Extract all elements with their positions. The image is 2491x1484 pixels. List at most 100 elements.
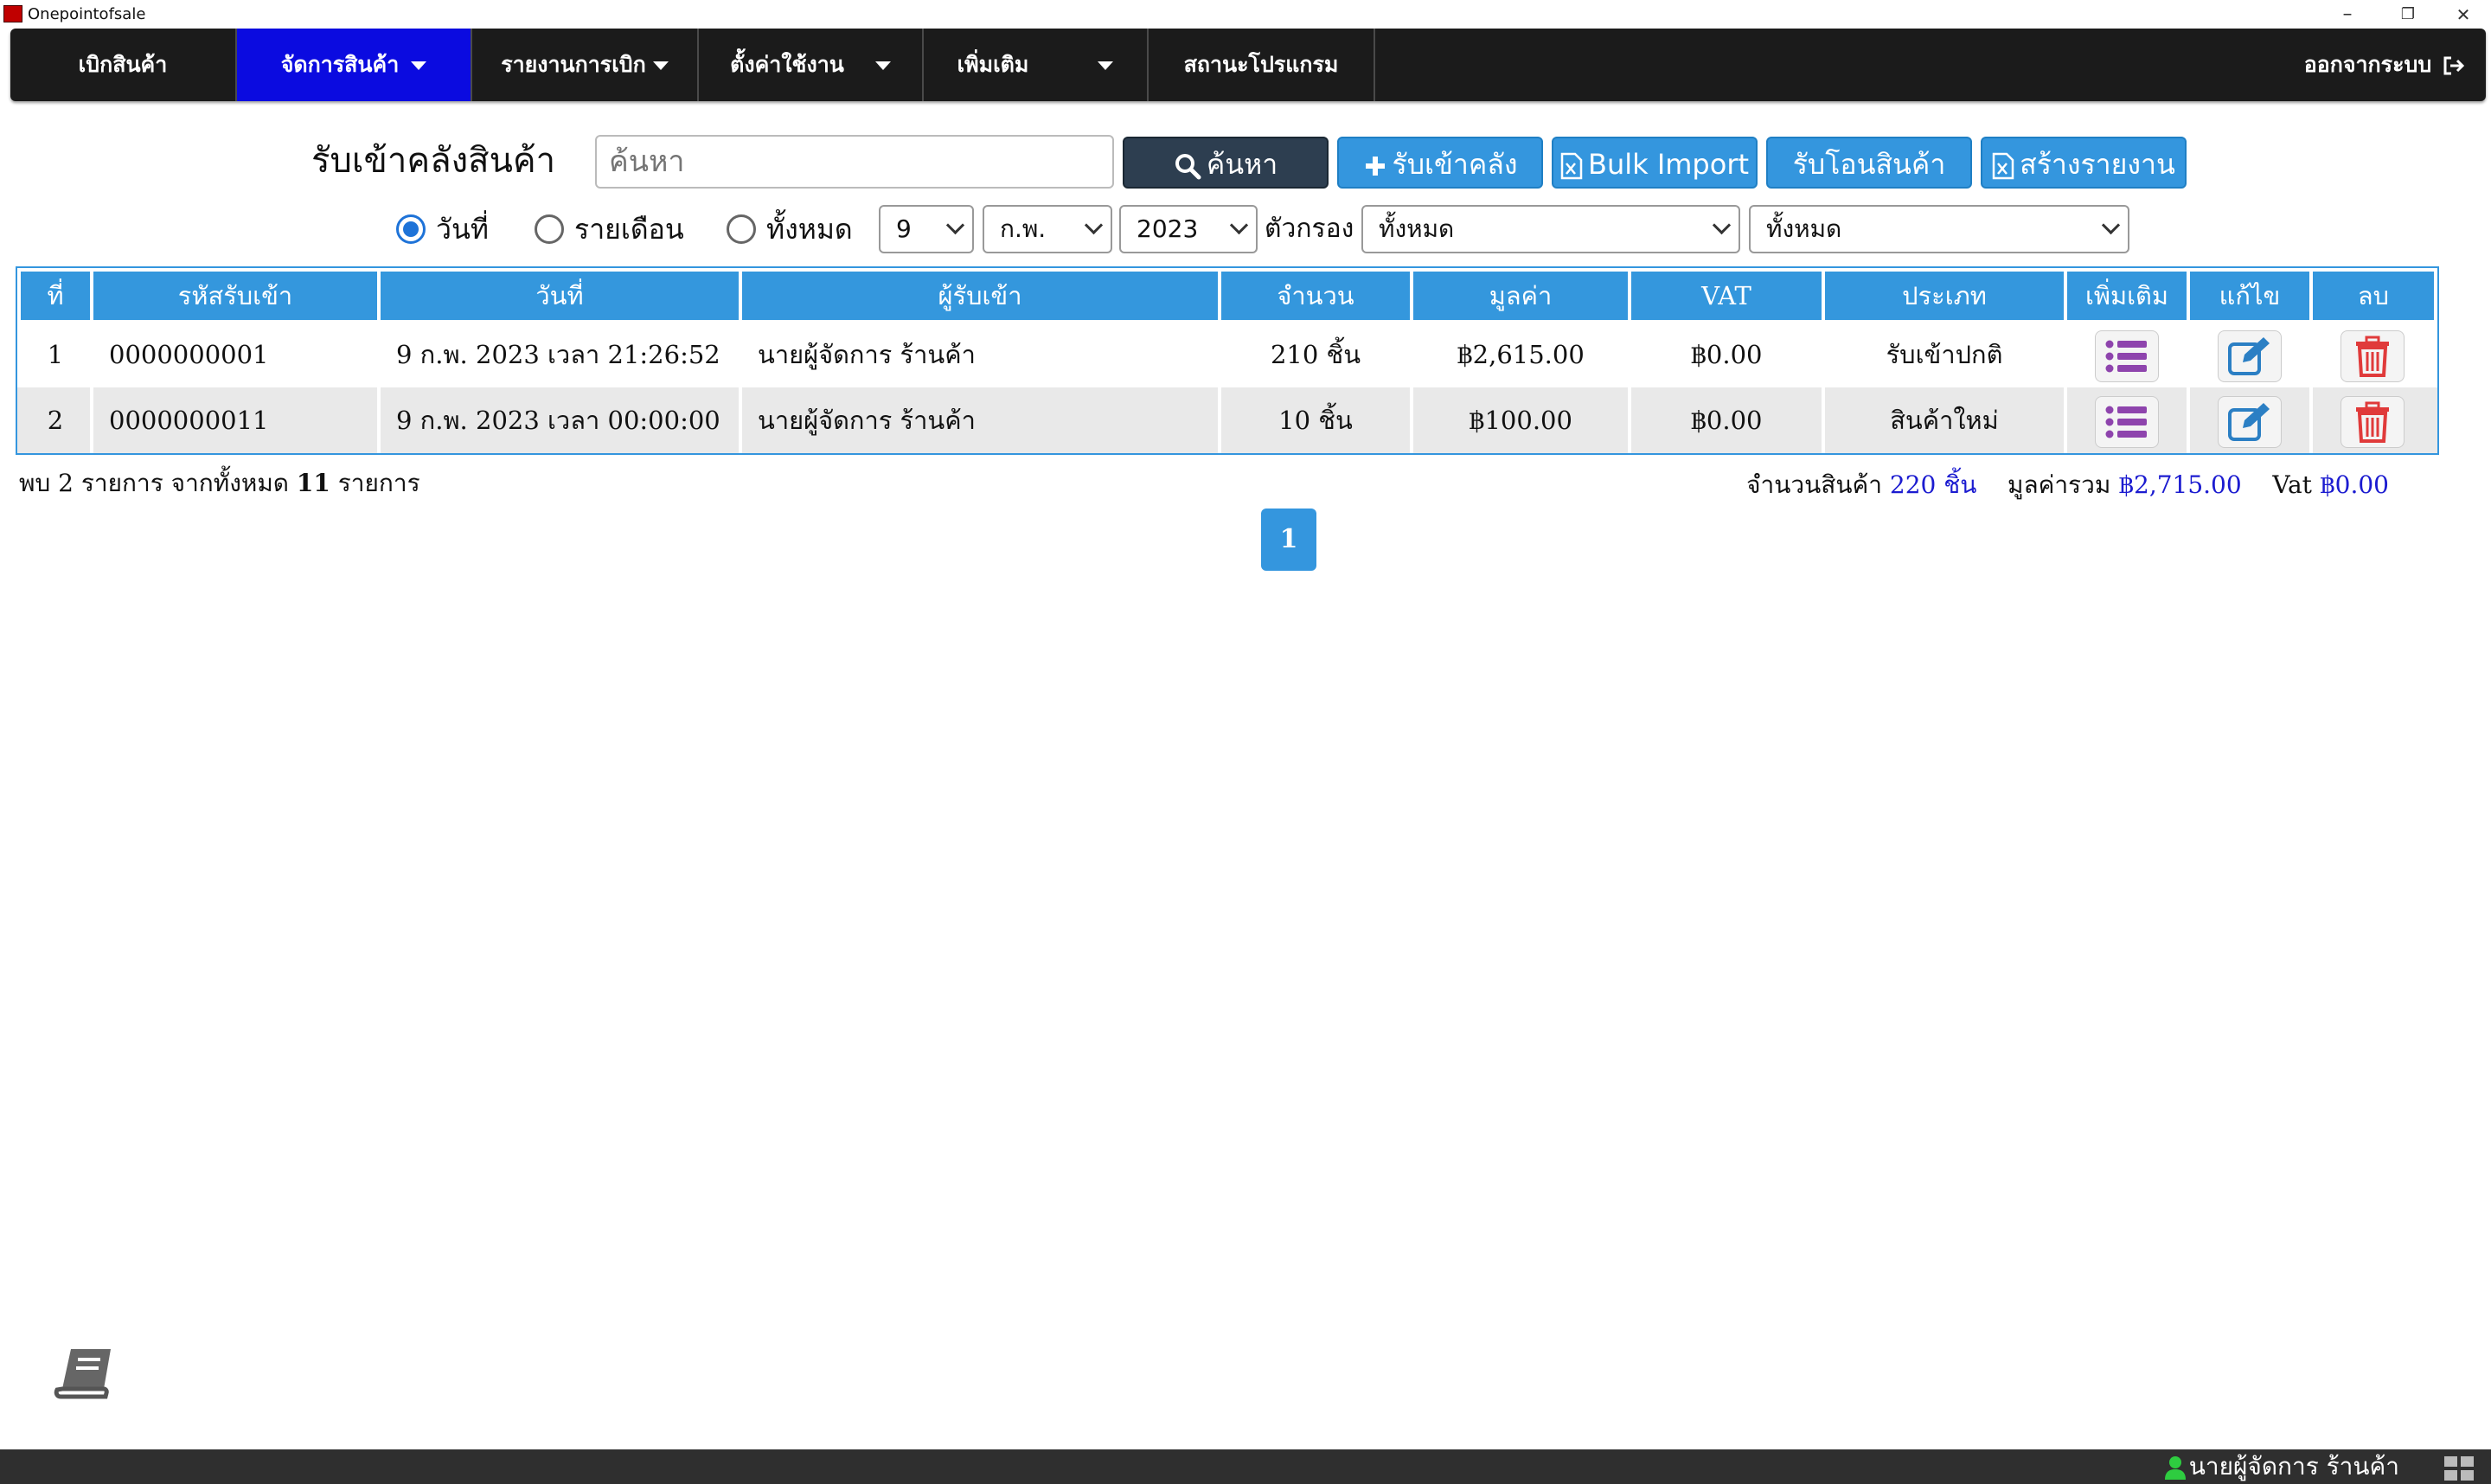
radio-all-label: ทั้งหมด <box>766 213 853 246</box>
qty-total-label: จำนวนสินค้า <box>1746 470 1882 499</box>
receive-stock-button[interactable]: รับเข้าคลัง <box>1337 137 1543 189</box>
nav-item-program-status[interactable]: สถานะโปรแกรม <box>1149 29 1375 101</box>
cell-code: 0000000011 <box>109 406 269 435</box>
year-select-value: 2023 <box>1137 214 1199 243</box>
cell-qty: 10 ชิ้น <box>1278 406 1353 435</box>
column-divider <box>2187 268 2190 453</box>
current-user: นายผู้จัดการ ร้านค้า <box>2164 1449 2399 1484</box>
logout-button[interactable]: ออกจากระบบ <box>2304 29 2465 101</box>
edit-button[interactable] <box>2218 330 2282 382</box>
logout-label: ออกจากระบบ <box>2303 52 2432 77</box>
found-mid: รายการ จากทั้งหมด <box>80 469 289 497</box>
manual-button[interactable] <box>54 1346 116 1401</box>
value-total-label: มูลค่ารวม <box>2007 470 2111 499</box>
details-button[interactable] <box>2095 396 2159 448</box>
list-icon <box>2105 406 2147 438</box>
search-button[interactable]: ค้นหา <box>1123 137 1329 189</box>
caret-down-icon <box>411 61 427 70</box>
bulk-import-button[interactable]: Bulk Import <box>1552 137 1758 189</box>
radio-day-label: วันที่ <box>436 213 489 246</box>
radio-month[interactable] <box>535 214 564 244</box>
cell-receiver: นายผู้จัดการ ร้านค้า <box>758 340 976 369</box>
chevron-down-icon <box>1229 215 1249 235</box>
transfer-in-button[interactable]: รับโอนสินค้า <box>1766 137 1972 189</box>
nav-label: เพิ่มเติม <box>957 52 1029 77</box>
column-header: จำนวน <box>1221 272 1410 320</box>
found-count-text: พบ 2 รายการ จากทั้งหมด 11 รายการ <box>19 462 420 505</box>
column-header: VAT <box>1631 272 1822 320</box>
filter-select-1[interactable]: ทั้งหมด <box>1361 205 1740 253</box>
month-select[interactable]: ก.พ. <box>983 205 1112 253</box>
filter-select-1-value: ทั้งหมด <box>1379 214 1455 243</box>
column-divider <box>90 268 93 453</box>
stock-receipt-table: ที่ รหัสรับเข้า วันที่ ผู้รับเข้า จำนวน … <box>16 266 2439 455</box>
caret-down-icon <box>874 61 891 70</box>
details-button[interactable] <box>2095 330 2159 382</box>
pagination-page-1[interactable]: 1 <box>1261 509 1316 571</box>
column-header: ประเภท <box>1825 272 2064 320</box>
year-select[interactable]: 2023 <box>1119 205 1258 253</box>
column-header: รหัสรับเข้า <box>93 272 377 320</box>
column-header: ลบ <box>2313 272 2434 320</box>
cell-date: 9 ก.พ. 2023 เวลา 00:00:00 <box>396 406 720 435</box>
chevron-down-icon <box>1084 215 1104 235</box>
edit-icon <box>2228 403 2270 441</box>
status-bar: นายผู้จัดการ ร้านค้า <box>0 1449 2491 1484</box>
radio-all[interactable] <box>727 214 756 244</box>
cell-type: รับเข้าปกติ <box>1886 340 2003 369</box>
window-titlebar: Onepointofsale – ❐ ✕ <box>0 0 2491 29</box>
column-divider <box>1822 268 1825 453</box>
nav-item-settings[interactable]: ตั้งค่าใช้งาน <box>699 29 924 101</box>
nav-label: สถานะโปรแกรม <box>1183 52 1339 77</box>
cell-code: 0000000001 <box>109 340 269 369</box>
restore-button[interactable]: ❐ <box>2382 2 2434 28</box>
plus-icon <box>1365 157 1385 176</box>
nav-item-withdraw-report[interactable]: รายงานการเบิก <box>472 29 699 101</box>
bulk-import-label: Bulk Import <box>1587 148 1750 181</box>
column-divider <box>1628 268 1631 453</box>
nav-item-more[interactable]: เพิ่มเติม <box>924 29 1149 101</box>
nav-item-withdraw[interactable]: เบิกสินค้า <box>10 29 237 101</box>
radio-day[interactable] <box>396 214 426 244</box>
cell-receiver: นายผู้จัดการ ร้านค้า <box>758 406 976 435</box>
nav-label: รายงานการเบิก <box>501 52 646 77</box>
minimize-button[interactable]: – <box>2321 2 2373 28</box>
cell-no: 1 <box>47 340 64 369</box>
delete-button[interactable] <box>2341 330 2405 382</box>
edit-button[interactable] <box>2218 396 2282 448</box>
cell-no: 2 <box>47 406 64 435</box>
transfer-button-label: รับโอนสินค้า <box>1792 148 1946 181</box>
logout-icon <box>2443 56 2465 75</box>
nav-item-manage-products[interactable]: จัดการสินค้า <box>237 29 472 101</box>
cell-type: สินค้าใหม่ <box>1890 406 1999 435</box>
trash-icon <box>2356 401 2389 443</box>
column-divider <box>739 268 742 453</box>
list-icon <box>2105 340 2147 373</box>
page-title: รับเข้าคลังสินค้า <box>311 141 556 181</box>
column-divider <box>2309 268 2313 453</box>
column-divider <box>1410 268 1413 453</box>
close-button[interactable]: ✕ <box>2437 2 2489 28</box>
summary-totals: จำนวนสินค้า 220 ชิ้น มูลค่ารวม ฿2,715.00… <box>1746 464 2389 507</box>
search-input[interactable] <box>595 135 1114 189</box>
delete-button[interactable] <box>2341 396 2405 448</box>
create-report-button[interactable]: สร้างรายงาน <box>1981 137 2187 189</box>
vat-total-label: Vat <box>2272 470 2312 499</box>
nav-label: ตั้งค่าใช้งาน <box>730 52 844 77</box>
excel-file-icon <box>1560 152 1583 180</box>
column-header: เพิ่มเติม <box>2067 272 2187 320</box>
receive-button-label: รับเข้าคลัง <box>1392 148 1518 181</box>
column-header: ผู้รับเข้า <box>742 272 1218 320</box>
day-select[interactable]: 9 <box>879 205 974 253</box>
cell-vat: ฿0.00 <box>1690 340 1763 369</box>
nav-label: เบิกสินค้า <box>78 52 168 77</box>
month-select-value: ก.พ. <box>1000 214 1047 243</box>
found-suffix: รายการ <box>337 469 420 497</box>
grid-icon[interactable] <box>2444 1456 2474 1481</box>
cell-value: ฿100.00 <box>1469 406 1572 435</box>
book-icon <box>54 1349 111 1399</box>
edit-icon <box>2228 337 2270 375</box>
day-select-value: 9 <box>896 214 912 243</box>
user-icon <box>2164 1456 2186 1480</box>
filter-select-2[interactable]: ทั้งหมด <box>1749 205 2129 253</box>
